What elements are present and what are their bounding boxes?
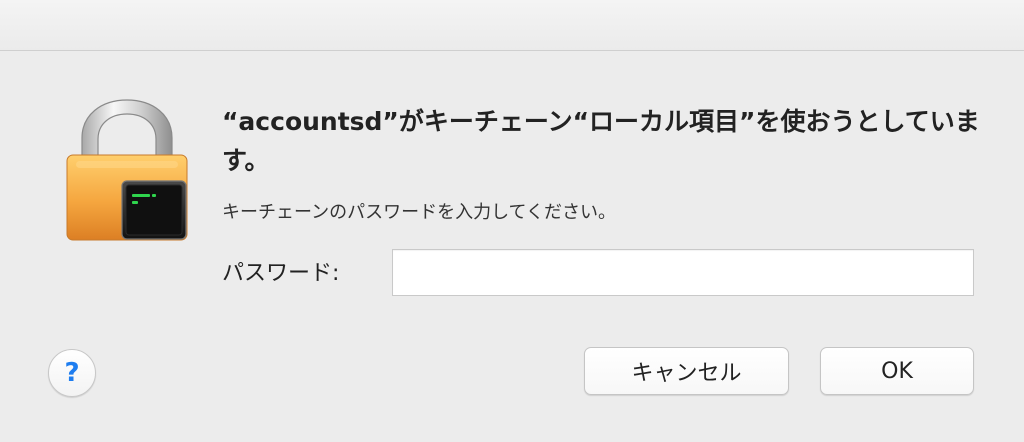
help-icon: ? [64, 358, 80, 388]
password-input[interactable] [392, 249, 974, 296]
cancel-button[interactable]: キャンセル [584, 347, 789, 395]
keychain-dialog-window: “accountsd”がキーチェーン“ローカル項目”を使おうとしています。 キー… [0, 0, 1024, 442]
ok-button[interactable]: OK [820, 347, 974, 395]
window-titlebar [0, 0, 1024, 51]
dialog-title: “accountsd”がキーチェーン“ローカル項目”を使おうとしています。 [222, 107, 980, 175]
help-button[interactable]: ? [48, 349, 96, 397]
password-label: パスワード: [222, 261, 340, 286]
dialog-subtitle: キーチェーンのパスワードを入力してください。 [222, 202, 617, 223]
lock-icon [64, 98, 190, 244]
